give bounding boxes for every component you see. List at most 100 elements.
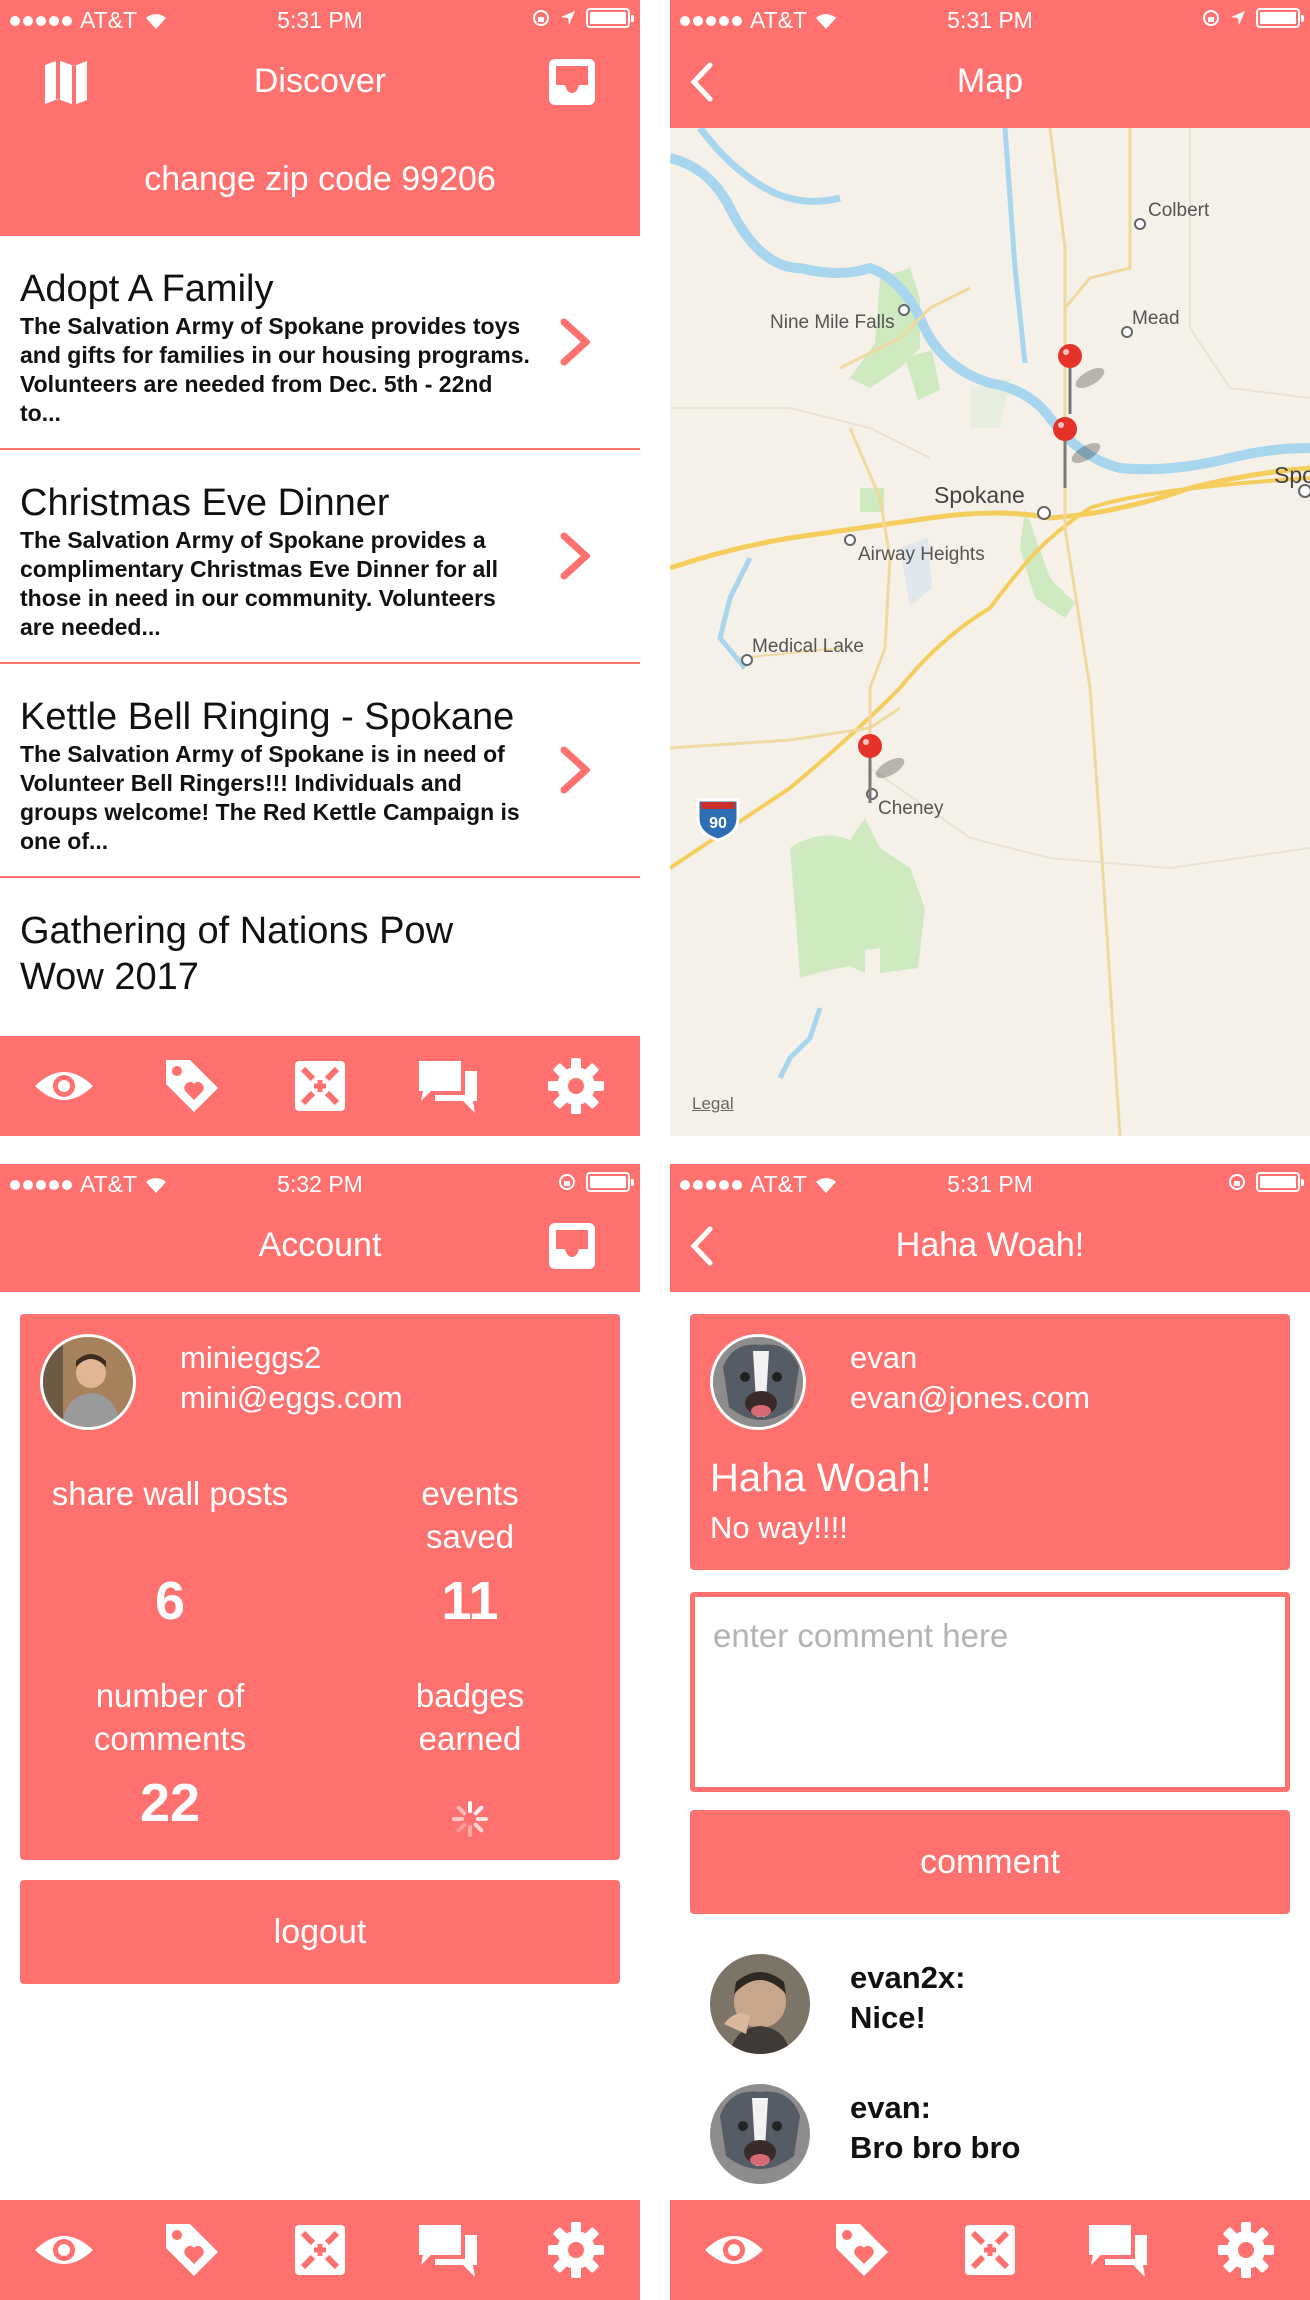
logout-button[interactable]: logout	[20, 1880, 620, 1984]
tag-heart-icon	[836, 2224, 888, 2276]
item-title: Adopt A Family	[20, 268, 274, 310]
map-pin[interactable]	[858, 734, 907, 803]
eye-icon	[35, 1072, 93, 1100]
tab-bar	[670, 2200, 1310, 2300]
tab-bar	[0, 2200, 640, 2300]
tab-saved[interactable]	[152, 2210, 232, 2290]
avatar	[710, 1334, 806, 1430]
gear-icon	[1218, 2222, 1274, 2278]
chevron-right-icon	[560, 746, 590, 794]
username: minieggs2	[180, 1340, 322, 1375]
comment-text: Nice!	[850, 2000, 926, 2035]
lock-rotation-icon	[1203, 10, 1219, 26]
tag-heart-icon	[166, 1060, 218, 1112]
location-icon	[561, 11, 575, 25]
eye-icon	[35, 2236, 93, 2264]
map-label: Cheney	[878, 798, 944, 819]
expand-icon	[965, 2225, 1015, 2275]
list-item[interactable]: Christmas Eve Dinner The Salvation Army …	[0, 450, 640, 664]
interstate-shield: 90	[709, 815, 727, 832]
list-item[interactable]: Adopt A Family The Salvation Army of Spo…	[0, 236, 640, 450]
status-bar: AT&T 5:31 PM	[0, 0, 640, 40]
stat-value: 6	[154, 1571, 186, 1631]
status-time: 5:31 PM	[947, 1171, 1033, 1197]
comment-button[interactable]: comment	[690, 1810, 1290, 1914]
navigation-bar: Haha Woah!	[670, 1204, 1310, 1292]
map-screen: AT&T 5:31 PM Map Colbert Mead Nine Mile …	[670, 0, 1310, 1136]
gear-icon	[548, 2222, 604, 2278]
tab-discover[interactable]	[694, 2210, 774, 2290]
tab-discover[interactable]	[24, 1046, 104, 1126]
map-view[interactable]: Colbert Mead Nine Mile Falls Spokane Spo…	[670, 128, 1310, 1136]
battery-icon	[586, 1172, 634, 1192]
chat-icon	[419, 2225, 477, 2277]
tab-events[interactable]	[280, 2210, 360, 2290]
lock-rotation-icon	[559, 1174, 575, 1190]
battery-icon	[1256, 8, 1304, 28]
tag-heart-icon	[166, 2224, 218, 2276]
item-title: Kettle Bell Ringing - Spokane	[20, 696, 515, 738]
tab-share-wall[interactable]	[408, 1046, 488, 1126]
post-author: evan	[850, 1340, 918, 1375]
status-bar: AT&T 5:31 PM	[670, 0, 1310, 40]
user-email: mini@eggs.com	[180, 1380, 403, 1415]
item-description: The Salvation Army of Spokane is in need…	[20, 741, 520, 854]
navigation-bar: Discover	[0, 40, 640, 128]
tab-saved[interactable]	[822, 2210, 902, 2290]
expand-icon	[295, 1061, 345, 1111]
tab-saved[interactable]	[152, 1046, 232, 1126]
tab-share-wall[interactable]	[408, 2210, 488, 2290]
change-zip-button[interactable]: change zip code 99206	[0, 128, 640, 236]
comment-input[interactable]: enter comment here	[690, 1592, 1290, 1792]
battery-icon	[586, 8, 634, 28]
tab-events[interactable]	[280, 1046, 360, 1126]
comment-text: Bro bro bro	[850, 2130, 1021, 2165]
tab-bar	[0, 1036, 640, 1136]
comment-user: evan2x:	[850, 1960, 966, 1995]
inbox-icon[interactable]	[544, 1218, 600, 1274]
post-body: No way!!!!	[710, 1510, 848, 1545]
stat-label: events saved	[421, 1475, 519, 1555]
stat-label: number of comments	[93, 1677, 247, 1757]
account-screen: AT&T 5:32 PM Account minieggs2 mini@eggs…	[0, 1164, 640, 2300]
event-list: Adopt A Family The Salvation Army of Spo…	[0, 236, 640, 1036]
avatar	[710, 1954, 810, 2054]
map-label: Nine Mile Falls	[770, 312, 895, 333]
list-item[interactable]: Kettle Bell Ringing - Spokane The Salvat…	[0, 664, 640, 878]
lock-rotation-icon	[533, 10, 549, 26]
gear-icon	[548, 1058, 604, 1114]
tab-account[interactable]	[536, 2210, 616, 2290]
avatar	[710, 2084, 810, 2184]
avatar	[40, 1334, 136, 1430]
map-label: Medical Lake	[752, 636, 864, 657]
navigation-bar: Account	[0, 1204, 640, 1292]
legal-link[interactable]: Legal	[692, 1094, 734, 1114]
tab-account[interactable]	[536, 1046, 616, 1126]
page-title: Map	[956, 62, 1024, 100]
battery-icon	[1256, 1172, 1304, 1192]
map-pin[interactable]	[1053, 417, 1103, 488]
eye-icon	[705, 2236, 763, 2264]
stat-label: share wall posts	[51, 1475, 289, 1512]
tab-account[interactable]	[1206, 2210, 1286, 2290]
status-time: 5:32 PM	[277, 1171, 363, 1197]
tab-discover[interactable]	[24, 2210, 104, 2290]
expand-icon	[295, 2225, 345, 2275]
list-item[interactable]: Gathering of Nations Pow Wow 2017	[0, 878, 640, 1020]
chat-icon	[419, 1061, 477, 1113]
post-title: Haha Woah!	[710, 1456, 932, 1500]
map-label: Colbert	[1148, 200, 1210, 221]
map-label: Spokane	[934, 482, 1025, 508]
discover-screen: AT&T 5:31 PM Discover change zip code 99…	[0, 0, 640, 1136]
stat-value: 11	[441, 1571, 499, 1631]
inbox-icon[interactable]	[544, 54, 600, 110]
page-title: Haha Woah!	[895, 1226, 1085, 1264]
map-label: Mead	[1132, 308, 1180, 329]
lock-rotation-icon	[1229, 1174, 1245, 1190]
tab-events[interactable]	[950, 2210, 1030, 2290]
status-bar: AT&T 5:31 PM	[670, 1164, 1310, 1204]
location-icon	[1231, 11, 1245, 25]
comment-user: evan:	[850, 2090, 931, 2125]
tab-share-wall[interactable]	[1078, 2210, 1158, 2290]
item-description: The Salvation Army of Spokane provides a…	[20, 527, 499, 640]
